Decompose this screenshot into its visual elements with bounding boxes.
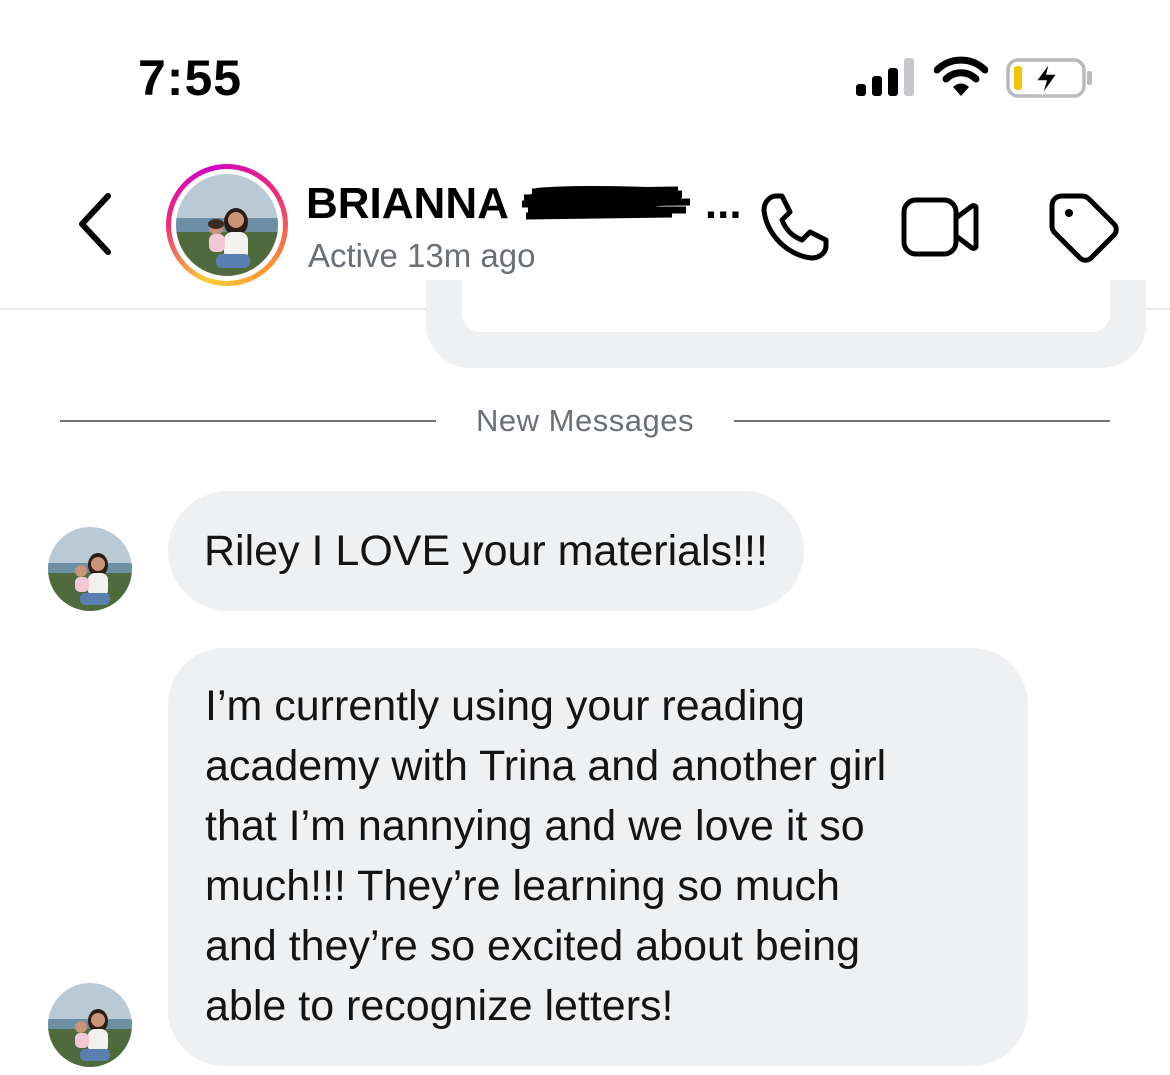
previous-message-card	[462, 280, 1110, 332]
divider-line-right	[734, 420, 1110, 422]
contact-avatar[interactable]	[166, 164, 288, 286]
new-messages-label: New Messages	[476, 403, 694, 438]
previous-message-bubble	[426, 280, 1146, 368]
message-text-line: much!!! They’re learning so much	[205, 862, 840, 910]
battery-charging-icon	[1006, 58, 1092, 98]
message-bubble[interactable]: I’m currently using your reading academy…	[168, 648, 1028, 1066]
status-time: 7:55	[138, 50, 243, 106]
redaction-scribble	[522, 186, 691, 220]
status-bar: 7:55	[0, 0, 1170, 140]
message-text-line: I’m currently using your reading	[205, 682, 805, 730]
cellular-signal-icon	[856, 58, 914, 96]
avatar-photo	[176, 174, 278, 276]
wifi-icon	[934, 56, 988, 96]
active-status: Active 13m ago	[308, 237, 536, 274]
back-icon[interactable]	[72, 188, 120, 260]
divider-line-left	[60, 420, 436, 422]
message-text: Riley I LOVE your materials!!!	[204, 527, 768, 575]
sender-avatar[interactable]	[48, 983, 132, 1067]
sender-avatar[interactable]	[48, 527, 132, 611]
message-text-line: able to recognize letters!	[205, 982, 674, 1030]
message-text-line: that I’m nannying and we love it so	[205, 802, 865, 850]
message-bubble[interactable]: Riley I LOVE your materials!!!	[168, 491, 804, 611]
video-icon[interactable]	[900, 194, 980, 260]
phone-icon[interactable]	[758, 190, 832, 264]
message-text-line: and they’re so excited about being	[205, 922, 861, 970]
tag-icon[interactable]	[1046, 190, 1122, 266]
message-text-line: academy with Trina and another girl	[205, 742, 887, 790]
